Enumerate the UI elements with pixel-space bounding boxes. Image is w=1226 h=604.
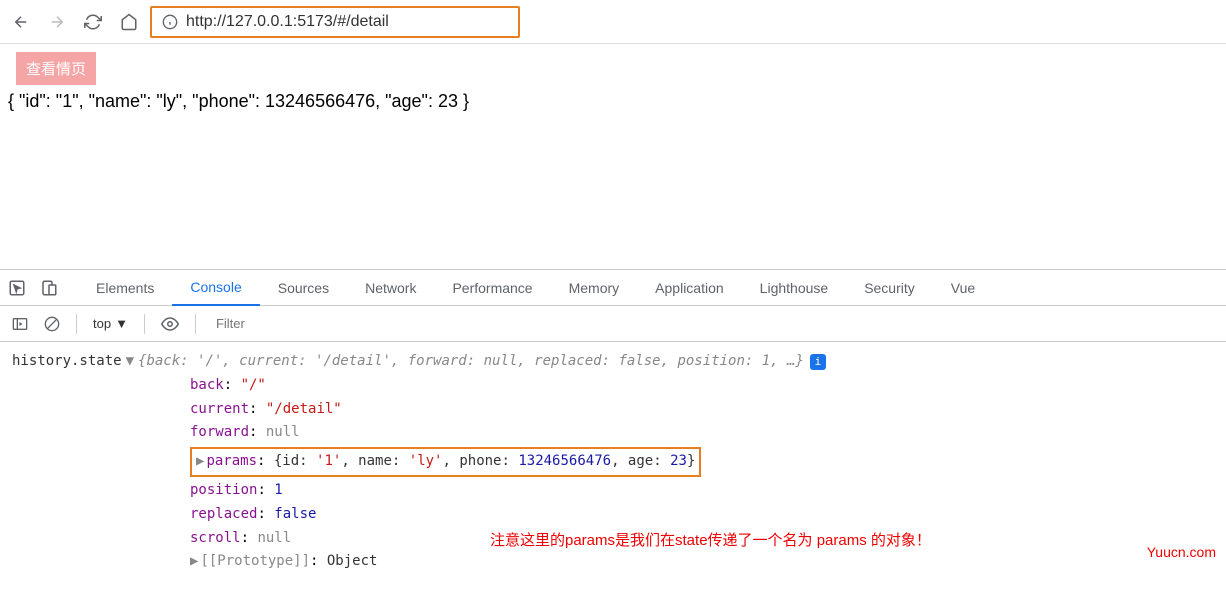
back-icon[interactable] <box>12 13 30 31</box>
tab-network[interactable]: Network <box>347 270 434 306</box>
console-sidebar-icon[interactable] <box>12 316 28 332</box>
tab-application[interactable]: Application <box>637 270 742 306</box>
view-detail-button[interactable]: 查看情页 <box>16 52 96 85</box>
annotation-text: 注意这里的params是我们在state传递了一个名为 params 的对象！ <box>490 529 931 550</box>
prop-prototype[interactable]: ▶[[Prototype]]: Object <box>190 550 1214 574</box>
console-toolbar: top ▼ <box>0 306 1226 342</box>
expand-arrow-icon[interactable]: ▶ <box>196 453 206 469</box>
tab-sources[interactable]: Sources <box>260 270 347 306</box>
forward-icon[interactable] <box>48 13 66 31</box>
context-selector[interactable]: top ▼ <box>93 316 128 331</box>
clear-console-icon[interactable] <box>44 316 60 332</box>
prop-back[interactable]: back: "/" <box>190 374 1214 398</box>
json-display: { "id": "1", "name": "ly", "phone": 1324… <box>0 89 1226 114</box>
devtools-tab-icons <box>8 279 78 297</box>
info-badge-icon[interactable]: i <box>810 354 826 370</box>
tab-elements[interactable]: Elements <box>78 270 172 306</box>
browser-address-bar: http://127.0.0.1:5173/#/detail <box>0 0 1226 44</box>
site-info-icon[interactable] <box>162 14 178 30</box>
tab-vue[interactable]: Vue <box>933 270 993 306</box>
devtools-tabs: Elements Console Sources Network Perform… <box>0 270 1226 306</box>
tab-security[interactable]: Security <box>846 270 933 306</box>
watermark: Yuucn.com <box>1147 544 1216 560</box>
url-text: http://127.0.0.1:5173/#/detail <box>186 13 389 31</box>
home-icon[interactable] <box>120 13 138 31</box>
filter-input[interactable] <box>212 312 1214 335</box>
prop-params[interactable]: ▶params: {id: '1', name: 'ly', phone: 13… <box>190 447 701 477</box>
blank-area <box>0 114 1226 269</box>
chevron-down-icon: ▼ <box>115 316 128 331</box>
expand-arrow-icon[interactable]: ▼ <box>122 350 138 374</box>
prop-current[interactable]: current: "/detail" <box>190 398 1214 422</box>
inspect-icon[interactable] <box>8 279 26 297</box>
prop-position[interactable]: position: 1 <box>190 479 1214 503</box>
expand-arrow-icon[interactable]: ▶ <box>190 553 200 569</box>
prop-forward[interactable]: forward: null <box>190 421 1214 445</box>
device-toggle-icon[interactable] <box>40 279 58 297</box>
object-preview[interactable]: {back: '/', current: '/detail', forward:… <box>138 350 826 374</box>
tab-lighthouse[interactable]: Lighthouse <box>742 270 847 306</box>
tab-console[interactable]: Console <box>172 270 259 306</box>
nav-icons <box>12 13 138 31</box>
tab-memory[interactable]: Memory <box>551 270 638 306</box>
console-entry: history.state ▼ {back: '/', current: '/d… <box>12 350 1214 374</box>
url-box[interactable]: http://127.0.0.1:5173/#/detail <box>150 6 520 38</box>
tab-performance[interactable]: Performance <box>434 270 550 306</box>
eye-icon[interactable] <box>161 315 179 333</box>
prop-replaced[interactable]: replaced: false <box>190 503 1214 527</box>
page-content: 查看情页 { "id": "1", "name": "ly", "phone":… <box>0 44 1226 114</box>
reload-icon[interactable] <box>84 13 102 31</box>
context-label: top <box>93 316 111 331</box>
console-expression: history.state <box>12 350 122 374</box>
